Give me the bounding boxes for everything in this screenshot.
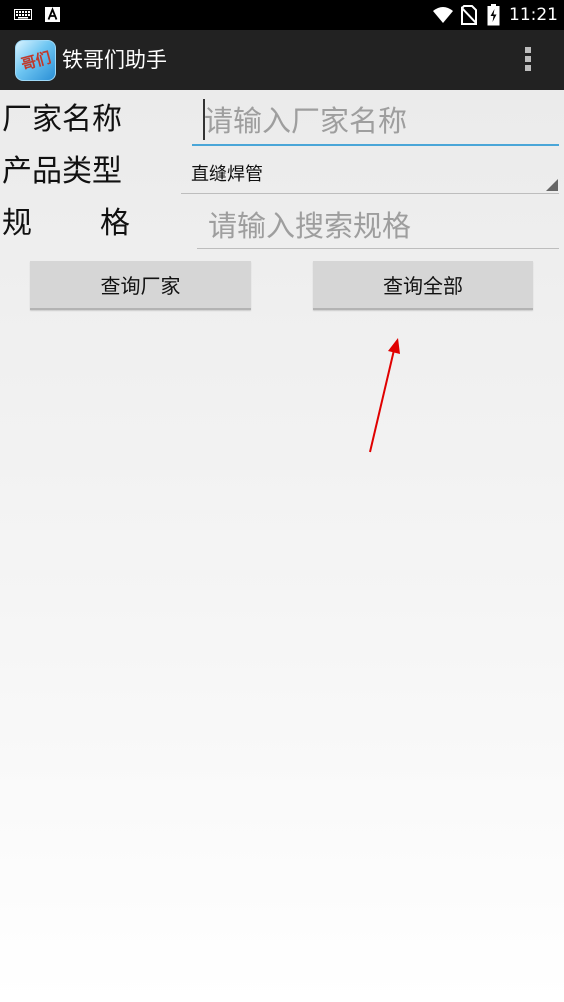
product-type-spinner[interactable]: 直缝焊管 (181, 157, 559, 194)
query-all-button[interactable]: 查询全部 (313, 261, 533, 310)
spec-label-char-1: 规 (2, 206, 32, 241)
wifi-icon (433, 7, 453, 23)
text-cursor (203, 99, 205, 140)
a-notification-icon (45, 7, 60, 22)
product-type-label: 产品类型 (2, 154, 122, 189)
status-clock: 11:21 (509, 5, 558, 25)
query-manufacturer-button[interactable]: 查询厂家 (30, 261, 251, 310)
keyboard-icon (14, 9, 32, 20)
dropdown-triangle-icon (546, 179, 558, 191)
action-bar: 哥们 铁哥们助手 (0, 30, 564, 90)
spec-input[interactable] (197, 203, 559, 249)
app-logo-glyph: 哥们 (19, 48, 53, 74)
battery-charging-icon (487, 4, 500, 26)
app-logo-icon: 哥们 (15, 40, 56, 81)
manufacturer-input[interactable] (192, 98, 559, 146)
no-sim-icon (461, 5, 477, 25)
overflow-menu-icon[interactable] (522, 45, 534, 75)
app-title: 铁哥们助手 (62, 48, 167, 72)
manufacturer-label: 厂家名称 (2, 102, 122, 137)
spec-label-char-2: 格 (100, 206, 130, 241)
annotation-arrow-icon (369, 338, 400, 453)
product-type-selected: 直缝焊管 (191, 164, 263, 185)
status-bar: 11:21 (0, 0, 564, 30)
